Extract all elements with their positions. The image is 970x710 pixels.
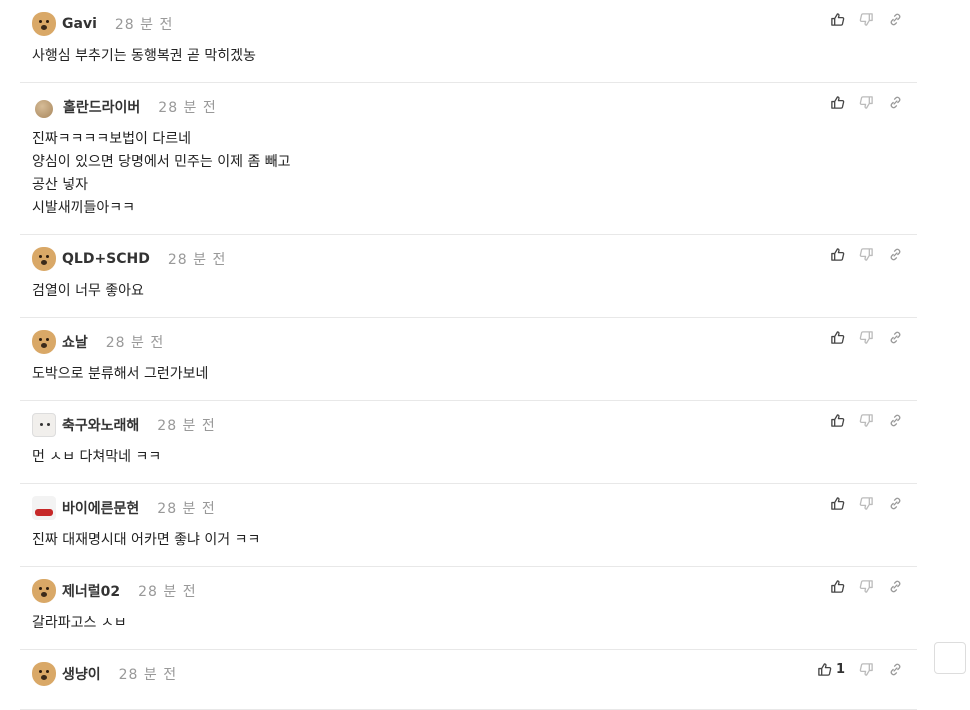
- author-name[interactable]: 바이에른문현: [62, 498, 139, 518]
- link-icon[interactable]: [888, 579, 903, 594]
- comment-body: 먼 ㅅㅂ 다쳐막네 ㅋㅋ: [32, 446, 917, 469]
- comment-item: 제너럴02 28 분 전갈라파고스 ㅅㅂ: [20, 567, 917, 650]
- link-icon[interactable]: [888, 496, 903, 511]
- comment-actions: [830, 330, 903, 345]
- comment-header: 축구와노래해 28 분 전: [32, 413, 917, 437]
- comment-time: 28 분 전: [118, 667, 178, 683]
- comment-time: 28 분 전: [157, 418, 216, 434]
- dog-avatar[interactable]: [32, 330, 56, 354]
- thumbs-down-icon[interactable]: [859, 579, 874, 594]
- comment-body: 검열이 너무 좋아요: [32, 280, 917, 303]
- like-count: 1: [835, 662, 845, 677]
- comment-body: 사행심 부추기는 동행복권 곧 막히겠농: [32, 45, 917, 68]
- comment-list: Gavi 28 분 전 사행심 부추기는 동행복권 곧 막히겠농 홀란드라이버 28 분…: [20, 0, 917, 710]
- comment-line: 양심이 있으면 당명에서 민주는 이제 좀 빼고: [32, 154, 291, 170]
- dog-avatar[interactable]: [32, 579, 56, 603]
- comment-body: 진짜ㅋㅋㅋㅋ보법이 다르네양심이 있으면 당명에서 민주는 이제 좀 빼고공산 …: [32, 128, 917, 220]
- thumbs-down-icon[interactable]: [859, 662, 874, 677]
- comment-item: 생냥이 28 분 전 1: [20, 650, 917, 710]
- thumbs-up-icon[interactable]: [830, 496, 845, 511]
- link-icon[interactable]: [888, 247, 903, 262]
- thumbs-up-icon[interactable]: [830, 247, 845, 262]
- comment-header: 바이에른문현 28 분 전: [32, 496, 917, 520]
- thumbs-down-icon[interactable]: [859, 496, 874, 511]
- author-name[interactable]: Gavi: [62, 16, 97, 32]
- comment-item: 축구와노래해 28 분 전먼 ㅅㅂ 다쳐막네 ㅋㅋ: [20, 401, 917, 484]
- comment-body: 도박으로 분류해서 그런가보네: [32, 363, 917, 386]
- author-name[interactable]: 쇼날: [62, 332, 88, 352]
- comment-body: 갈라파고스 ㅅㅂ: [32, 612, 917, 635]
- comment-header: 쇼날 28 분 전: [32, 330, 917, 354]
- comment-time: 28 분 전: [157, 501, 216, 517]
- comment-line: 먼 ㅅㅂ 다쳐막네 ㅋㅋ: [32, 449, 162, 465]
- author-name[interactable]: 생냥이: [62, 664, 101, 684]
- comment-time: 28 분 전: [105, 335, 165, 351]
- thumbs-up-icon[interactable]: [830, 95, 845, 110]
- link-icon[interactable]: [888, 330, 903, 345]
- comment-line: 도박으로 분류해서 그런가보네: [32, 366, 209, 382]
- link-icon[interactable]: [888, 413, 903, 428]
- scroll-top-button[interactable]: [934, 642, 966, 674]
- author-name[interactable]: 홀란드라이버: [63, 97, 140, 117]
- thumbs-up-icon[interactable]: [830, 330, 845, 345]
- comment-actions: [830, 95, 903, 110]
- thumbs-up-icon[interactable]: [817, 662, 832, 677]
- thumbs-down-icon[interactable]: [859, 247, 874, 262]
- comment-item: 홀란드라이버 28 분 전진짜ㅋㅋㅋㅋ보법이 다르네양심이 있으면 당명에서 민주…: [20, 83, 917, 235]
- comment-actions: [830, 247, 903, 262]
- comment-item: 바이에른문현 28 분 전진짜 대재명시대 어카면 좋냐 이거 ㅋㅋ: [20, 484, 917, 567]
- author-name[interactable]: QLD+SCHD: [62, 251, 150, 267]
- thumbs-up-icon[interactable]: [830, 413, 845, 428]
- thumbs-down-icon[interactable]: [859, 12, 874, 27]
- author-name[interactable]: 축구와노래해: [62, 415, 139, 435]
- comment-time: 28 분 전: [114, 17, 174, 33]
- thumbs-up-icon[interactable]: [830, 12, 845, 27]
- comment-header: 홀란드라이버 28 분 전: [32, 95, 917, 119]
- comment-time: 28 분 전: [138, 584, 197, 600]
- comment-actions: [830, 413, 903, 428]
- link-icon[interactable]: [888, 662, 903, 677]
- comment-line: 진짜 대재명시대 어카면 좋냐 이거 ㅋㅋ: [32, 532, 261, 548]
- comment-line: 공산 넣자: [32, 177, 88, 193]
- thumbs-down-icon[interactable]: [859, 413, 874, 428]
- comment-time: 28 분 전: [167, 252, 227, 268]
- dog-avatar[interactable]: [32, 662, 56, 686]
- comment-header: QLD+SCHD 28 분 전: [32, 247, 917, 271]
- dog-avatar[interactable]: [32, 12, 56, 36]
- comment-actions: [830, 496, 903, 511]
- comment-header: 생냥이 28 분 전: [32, 662, 917, 686]
- thumbs-down-icon[interactable]: [859, 95, 874, 110]
- comment-time: 28 분 전: [158, 100, 217, 116]
- author-name[interactable]: 제너럴02: [62, 581, 120, 601]
- comment-body: 진짜 대재명시대 어카면 좋냐 이거 ㅋㅋ: [32, 529, 917, 552]
- comment-item: QLD+SCHD 28 분 전검열이 너무 좋아요: [20, 235, 917, 318]
- comment-actions: 1: [817, 662, 903, 677]
- comment-actions: [830, 579, 903, 594]
- comment-line: 시발새끼들아ㅋㅋ: [32, 200, 136, 216]
- thumbs-down-icon[interactable]: [859, 330, 874, 345]
- comment-line: 갈라파고스 ㅅㅂ: [32, 615, 127, 631]
- comment-line: 검열이 너무 좋아요: [32, 283, 144, 299]
- comment-header: 제너럴02 28 분 전: [32, 579, 917, 603]
- comment-line: 진짜ㅋㅋㅋㅋ보법이 다르네: [32, 131, 192, 147]
- red-avatar[interactable]: [32, 496, 56, 520]
- link-icon[interactable]: [888, 95, 903, 110]
- ball-avatar[interactable]: [35, 100, 53, 118]
- dog-avatar[interactable]: [32, 247, 56, 271]
- comment-line: 사행심 부추기는 동행복권 곧 막히겠농: [32, 48, 256, 64]
- comment-item: 쇼날 28 분 전도박으로 분류해서 그런가보네: [20, 318, 917, 401]
- comment-actions: [830, 12, 903, 27]
- link-icon[interactable]: [888, 12, 903, 27]
- comment-item: Gavi 28 분 전사행심 부추기는 동행복권 곧 막히겠농: [20, 0, 917, 83]
- thumbs-up-icon[interactable]: [830, 579, 845, 594]
- comment-header: Gavi 28 분 전: [32, 12, 917, 36]
- white-avatar[interactable]: [32, 413, 56, 437]
